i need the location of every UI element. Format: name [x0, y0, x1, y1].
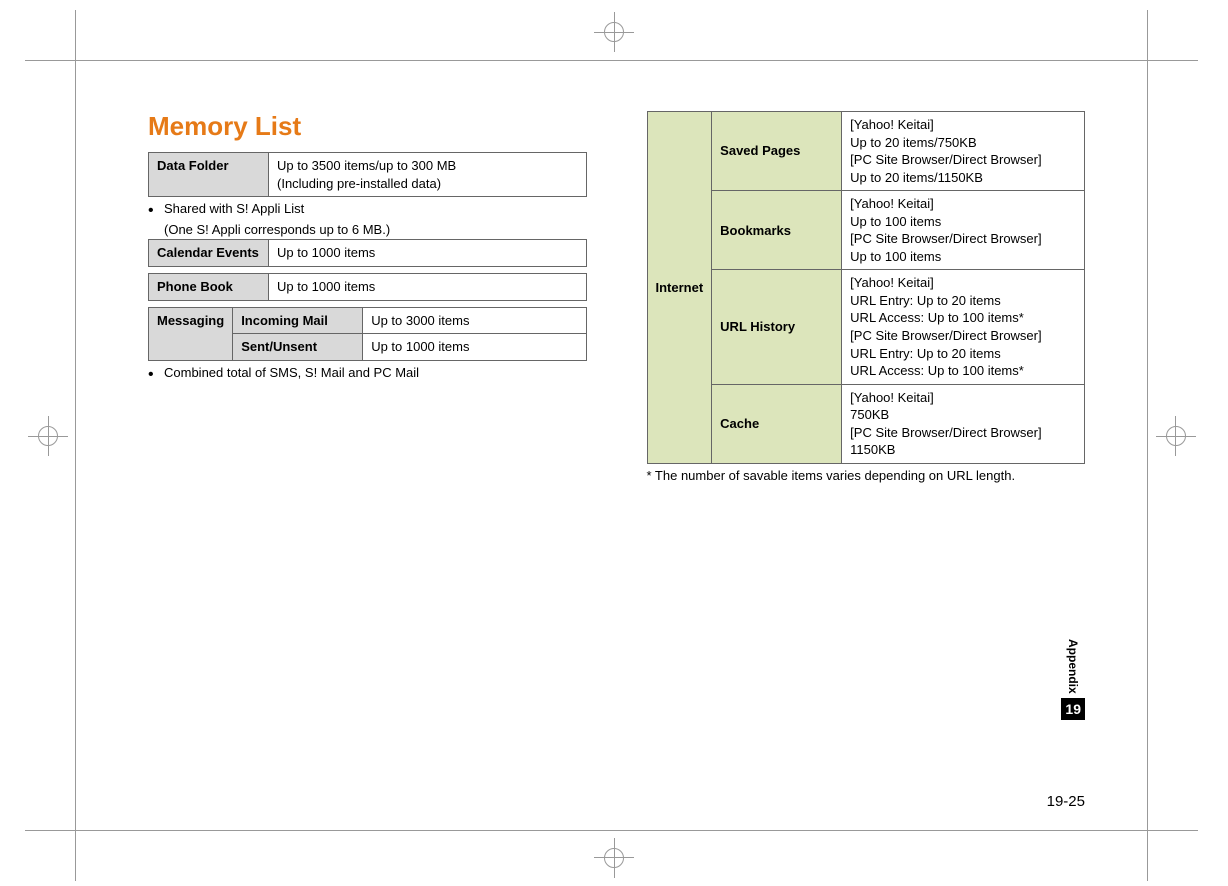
- cell-value: Up to 3000 items: [363, 307, 586, 334]
- cell-value: [Yahoo! Keitai] Up to 20 items/750KB [PC…: [842, 112, 1085, 191]
- cell-value: Up to 3500 items/up to 300 MB (Including…: [269, 153, 587, 197]
- table-internet: Internet Saved Pages [Yahoo! Keitai] Up …: [647, 111, 1086, 464]
- table-data-folder: Data Folder Up to 3500 items/up to 300 M…: [148, 152, 587, 197]
- cell-label: URL History: [712, 270, 842, 384]
- page-title: Memory List: [148, 111, 587, 142]
- table-calendar: Calendar Events Up to 1000 items: [148, 239, 587, 267]
- cell-group: Internet: [647, 112, 712, 464]
- cell-value: Up to 1000 items: [363, 334, 586, 361]
- side-tab-chapter: 19: [1061, 698, 1085, 720]
- note-combined: Combined total of SMS, S! Mail and PC Ma…: [148, 361, 587, 385]
- cell-value: Up to 1000 items: [269, 240, 587, 267]
- content-columns: Memory List Data Folder Up to 3500 items…: [76, 61, 1147, 830]
- cell-value: [Yahoo! Keitai] URL Entry: Up to 20 item…: [842, 270, 1085, 384]
- cell-value: [Yahoo! Keitai] Up to 100 items [PC Site…: [842, 191, 1085, 270]
- side-tab: Appendix 19: [1061, 639, 1085, 720]
- cell-label: Incoming Mail: [233, 307, 363, 334]
- right-column: Internet Saved Pages [Yahoo! Keitai] Up …: [617, 61, 1148, 830]
- cell-label: Cache: [712, 384, 842, 463]
- cell-label: Data Folder: [149, 153, 269, 197]
- cell-group: Messaging: [149, 307, 233, 360]
- cell-label: Bookmarks: [712, 191, 842, 270]
- page-number: 19-25: [1047, 793, 1085, 810]
- note-shared: Shared with S! Appli List: [148, 197, 587, 221]
- cell-value: Up to 1000 items: [269, 274, 587, 301]
- side-tab-label: Appendix: [1066, 639, 1080, 698]
- cell-label: Saved Pages: [712, 112, 842, 191]
- cell-value: [Yahoo! Keitai] 750KB [PC Site Browser/D…: [842, 384, 1085, 463]
- cell-label: Phone Book: [149, 274, 269, 301]
- left-column: Memory List Data Folder Up to 3500 items…: [76, 61, 617, 830]
- table-messaging: Messaging Incoming Mail Up to 3000 items…: [148, 307, 587, 361]
- note-shared-sub: (One S! Appli corresponds up to 6 MB.): [148, 221, 587, 239]
- cell-label: Sent/Unsent: [233, 334, 363, 361]
- footnote: * The number of savable items varies dep…: [647, 464, 1086, 488]
- cell-label: Calendar Events: [149, 240, 269, 267]
- document-page: Memory List Data Folder Up to 3500 items…: [75, 60, 1148, 831]
- table-phonebook: Phone Book Up to 1000 items: [148, 273, 587, 301]
